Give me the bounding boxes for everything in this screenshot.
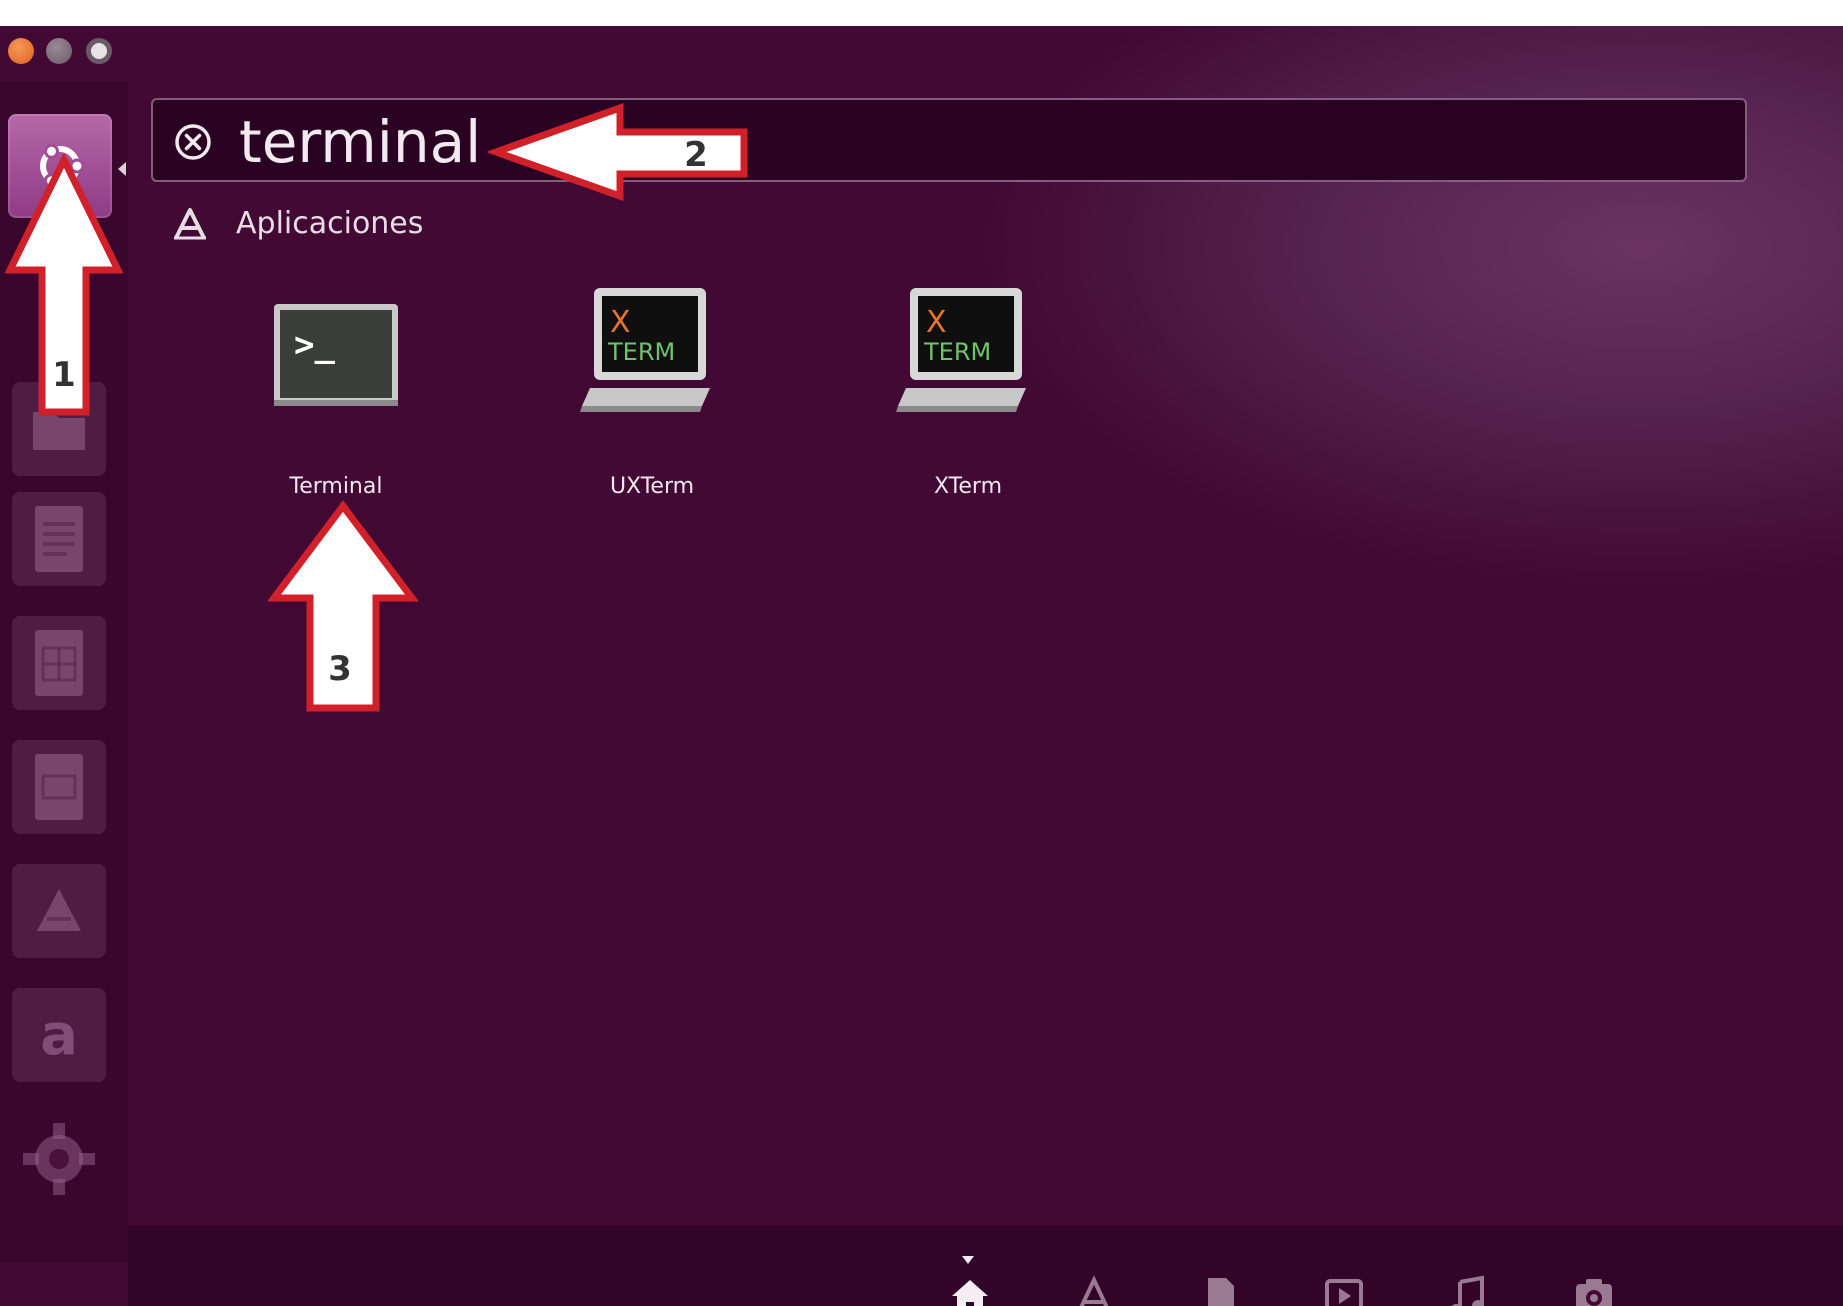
result-label: Terminal [289,474,383,499]
result-uxterm[interactable]: X TERM UXTerm [532,288,772,528]
writer-launcher-item[interactable] [12,492,106,586]
svg-text:X: X [926,305,947,340]
home-lens-button[interactable] [948,1274,992,1306]
applications-lens-icon [1079,1275,1109,1306]
svg-text:TERM: TERM [923,338,991,366]
annotation-number-2: 2 [684,135,708,175]
applications-lens-button[interactable] [1072,1274,1116,1306]
video-lens-icon [1325,1279,1363,1306]
software-center-icon [12,864,106,958]
applications-category-icon [174,208,206,240]
terminal-app-icon: >_ [216,288,456,448]
search-input[interactable]: terminal [239,108,481,176]
ubuntu-dash-screen: a terminal Aplicaciones >_ Terminal X TE… [0,26,1843,1306]
software-center-launcher-item[interactable] [12,864,106,958]
active-lens-indicator [962,1256,974,1264]
result-label: XTerm [933,474,1002,499]
search-bar[interactable]: terminal [151,98,1747,182]
music-lens-button[interactable] [1446,1274,1490,1306]
xterm-app-icon: X TERM [532,288,772,448]
files-lens-button[interactable] [1198,1274,1242,1306]
home-lens-icon [952,1280,988,1306]
amazon-icon: a [40,1002,78,1068]
annotation-number-1: 1 [52,355,76,395]
impress-launcher-item[interactable] [12,740,106,834]
libreoffice-writer-icon [12,492,106,586]
annotation-arrow-2: 2 [488,103,748,201]
maximize-window-button[interactable] [86,38,112,64]
category-heading: Aplicaciones [236,206,424,241]
xterm-app-icon: X TERM [848,288,1088,448]
libreoffice-impress-icon [12,740,106,834]
settings-launcher-item[interactable] [12,1112,106,1206]
clear-search-icon[interactable] [173,122,213,162]
files-lens-icon [1208,1278,1234,1306]
annotation-arrow-1: 1 [4,154,124,416]
svg-text:TERM: TERM [607,338,675,366]
photos-lens-button[interactable] [1572,1274,1616,1306]
svg-text:X: X [610,305,631,340]
result-xterm[interactable]: X TERM XTerm [848,288,1088,528]
result-terminal[interactable]: >_ Terminal [216,288,456,528]
minimize-window-button[interactable] [46,38,72,64]
music-lens-icon [1451,1275,1484,1306]
calc-launcher-item[interactable] [12,616,106,710]
annotation-arrow-3: 3 [268,500,418,712]
libreoffice-calc-icon [12,616,106,710]
result-label: UXTerm [609,474,695,499]
annotation-number-3: 3 [328,649,352,689]
video-lens-button[interactable] [1322,1274,1366,1306]
system-settings-icon [12,1112,106,1206]
amazon-launcher-item[interactable]: a [12,988,106,1082]
photos-lens-icon [1576,1279,1612,1306]
close-window-button[interactable] [8,38,34,64]
terminal-prompt-glyph: >_ [294,325,335,365]
